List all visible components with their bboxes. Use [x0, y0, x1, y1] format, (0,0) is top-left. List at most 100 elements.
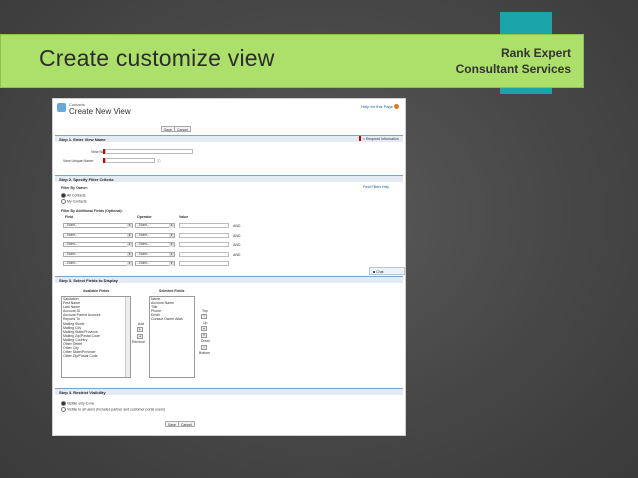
col-field: Field	[65, 215, 74, 219]
chevron-down-icon: ▾	[127, 232, 132, 237]
filter-operator-select[interactable]: --None-- ▾	[135, 251, 175, 257]
filter-operator-value: --None--	[137, 251, 150, 256]
contacts-icon	[57, 103, 66, 112]
col-operator: Operator	[137, 215, 152, 219]
all-contacts-option[interactable]: All Contacts	[61, 193, 86, 198]
save-button-bottom[interactable]: Save	[165, 421, 179, 427]
filter-value-input[interactable]	[179, 242, 229, 247]
down-arrow-button[interactable]: ▾	[201, 333, 207, 338]
brand-block: Rank Expert Consultant Services	[456, 45, 571, 77]
filter-operator-select[interactable]: --None-- ▾	[135, 242, 175, 247]
remove-label: Remove	[132, 340, 146, 344]
all-contacts-label: All Contacts	[67, 193, 86, 198]
available-items: Salutation First Name Last Name Account ID A…	[63, 297, 130, 358]
filter-field-select[interactable]: --None-- ▾	[63, 261, 133, 266]
top-label: Top	[202, 309, 208, 313]
filter-field-value: --None--	[65, 251, 78, 256]
radio-icon	[61, 401, 66, 406]
page-title: Create New View	[69, 107, 131, 116]
step3-header: Step 3. Select Fields to Display	[55, 276, 403, 283]
filter-operator-select[interactable]: --None-- ▾	[135, 232, 175, 238]
filter-field-select[interactable]: --None-- ▾	[63, 251, 133, 257]
bottom-label: Bottom	[199, 351, 211, 355]
up-arrow-button[interactable]: ▴	[201, 326, 207, 331]
filter-owner-label: Filter By Owner:	[61, 186, 89, 190]
view-unique-input[interactable]	[105, 158, 155, 163]
help-link[interactable]: Help for this Page	[361, 104, 399, 110]
and-label: AND	[233, 252, 241, 257]
chevron-down-icon: ▾	[169, 223, 174, 228]
field-filters-help[interactable]: Field Filters Help	[363, 185, 389, 189]
chat-widget[interactable]: ◙ Chat	[369, 267, 405, 275]
step2-header: Step 2. Specify Filter Criteria	[55, 175, 403, 182]
my-contacts-option[interactable]: My Contacts	[61, 199, 86, 204]
radio-icon	[61, 193, 66, 198]
view-unique-label: View Unique Name:	[63, 159, 94, 163]
add-label: Add	[138, 322, 145, 326]
filter-operator-value: --None--	[137, 242, 150, 246]
filter-value-input[interactable]	[179, 251, 229, 257]
visible-me-option[interactable]: Visible only to me	[61, 401, 94, 406]
and-label: AND	[233, 224, 241, 228]
list-item[interactable]: Contact Owner Alias	[151, 317, 194, 321]
slide-title: Create customize view	[39, 45, 275, 71]
view-name-input[interactable]	[105, 149, 193, 154]
scrollbar[interactable]	[125, 297, 130, 377]
selected-fields-list[interactable]: Name Account Name Title Phone Email Contact O…	[149, 296, 195, 378]
chat-label: Chat	[376, 270, 384, 274]
step4-header: Step 4. Restrict Visibility	[55, 388, 403, 395]
my-contacts-label: My Contacts	[67, 199, 87, 204]
chevron-down-icon: ▾	[169, 242, 174, 247]
chevron-down-icon: ▾	[127, 251, 132, 256]
filter-field-select[interactable]: --None-- ▾	[63, 223, 133, 228]
step1-header: Step 1. Enter View Name	[55, 135, 403, 142]
chevron-down-icon: ▾	[169, 261, 174, 266]
required-marker	[359, 136, 361, 141]
filter-additional-label: Filter By Additional Fields (Optional):	[61, 209, 123, 213]
filter-operator-value: --None--	[137, 261, 150, 265]
available-fields-list[interactable]: Salutation First Name Last Name Account ID A…	[61, 296, 131, 378]
and-label: AND	[233, 233, 241, 238]
filter-operator-select[interactable]: --None-- ▾	[135, 223, 175, 228]
available-fields-title: Available Fields	[83, 289, 110, 293]
visible-all-label: Visible to all users (Includes partner a…	[67, 407, 165, 412]
filter-field-value: --None--	[65, 223, 78, 227]
visible-all-option[interactable]: Visible to all users (Includes partner a…	[61, 407, 165, 412]
filter-field-value: --None--	[65, 242, 78, 246]
cancel-button-bottom[interactable]: Cancel	[178, 421, 195, 427]
add-arrow-button[interactable]: ▸	[137, 327, 143, 332]
bottom-arrow-button[interactable]: ⤓	[201, 345, 207, 350]
selected-items: Name Account Name Title Phone Email Contact O…	[151, 297, 194, 322]
radio-icon	[61, 407, 66, 412]
help-icon	[394, 104, 399, 110]
brand-line-1: Rank Expert	[500, 46, 571, 60]
cancel-button-top[interactable]: Cancel	[174, 126, 191, 132]
down-label: Down	[201, 339, 210, 343]
help-label: Help for this Page	[361, 104, 393, 109]
remove-arrow-button[interactable]: ◂	[137, 334, 143, 339]
chevron-down-icon: ▾	[169, 251, 174, 256]
chevron-down-icon: ▾	[169, 232, 174, 237]
visible-me-label: Visible only to me	[67, 401, 95, 406]
brand-line-2: Consultant Services	[455, 62, 571, 76]
salesforce-screenshot: Contacts Create New View Help for this P…	[52, 98, 406, 436]
chevron-down-icon: ▾	[127, 242, 132, 247]
top-arrow-button[interactable]: ⤒	[201, 314, 207, 319]
filter-value-input[interactable]	[179, 223, 229, 228]
chevron-down-icon: ▾	[127, 261, 132, 266]
filter-field-select[interactable]: --None-- ▾	[63, 232, 133, 238]
filter-operator-value: --None--	[137, 223, 150, 227]
info-icon: ⓘ	[157, 159, 161, 163]
save-button-top[interactable]: Save	[161, 126, 175, 132]
filter-value-input[interactable]	[179, 232, 229, 238]
filter-field-select[interactable]: --None-- ▾	[63, 242, 133, 247]
radio-icon	[61, 199, 66, 204]
filter-field-value: --None--	[65, 261, 78, 265]
chevron-down-icon: ▾	[127, 223, 132, 228]
up-label: Up	[203, 321, 208, 325]
selected-fields-title: Selected Fields	[159, 289, 185, 293]
filter-operator-select[interactable]: --None-- ▾	[135, 261, 175, 266]
filter-value-input[interactable]	[179, 261, 229, 266]
title-banner: Create customize view Rank Expert Consul…	[0, 34, 584, 88]
list-item[interactable]: Other Zip/Postal Code	[63, 354, 130, 358]
